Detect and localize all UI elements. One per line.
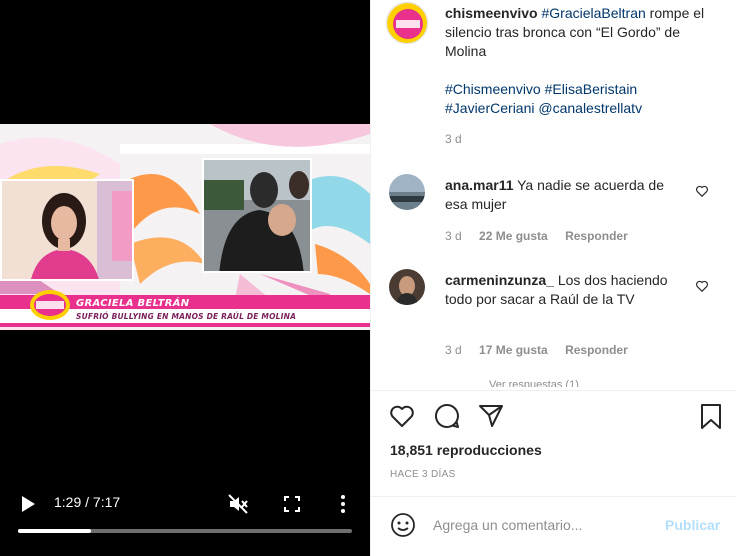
comment-reply-button[interactable]: Responder — [565, 343, 628, 357]
lower-third-subtitle: SUFRIÓ BULLYING EN MANOS DE RAÚL DE MOLI… — [76, 312, 297, 321]
divider — [371, 496, 736, 497]
post-caption: chismeenvivo #GracielaBeltran rompe el s… — [445, 4, 715, 118]
bookmark-icon[interactable] — [697, 402, 725, 430]
lower-third-name: GRACIELA BELTRÁN — [76, 298, 190, 309]
heart-icon[interactable] — [388, 402, 416, 430]
share-icon[interactable] — [477, 402, 505, 430]
comment-reply-button[interactable]: Responder — [565, 229, 628, 243]
video-frame[interactable]: GRACIELA BELTRÁN SUFRIÓ BULLYING EN MANO… — [0, 124, 370, 330]
mute-icon[interactable] — [227, 493, 249, 515]
post-author-avatar[interactable] — [386, 2, 428, 44]
chisme-en-vivo-logo — [30, 290, 70, 320]
comment-time[interactable]: 3 d — [445, 343, 462, 357]
comment-likes[interactable]: 22 Me gusta — [479, 229, 548, 243]
comment-text: ana.mar11 Ya nadie se acuerda de esa muj… — [445, 176, 685, 214]
commenter-username[interactable]: ana.mar11 — [445, 177, 514, 193]
caption-hashtag-elisaberistain[interactable]: #ElisaBeristain — [545, 81, 638, 97]
video-controls: 1:29 / 7:17 — [0, 488, 370, 538]
presenter-inset-image — [0, 179, 134, 281]
post-side-panel: chismeenvivo #GracielaBeltran rompe el s… — [370, 0, 736, 556]
comment-like-heart-icon[interactable] — [695, 279, 709, 293]
post-author-username[interactable]: chismeenvivo — [445, 5, 538, 21]
video-progress-bar[interactable] — [18, 529, 352, 533]
video-player[interactable]: GRACIELA BELTRÁN SUFRIÓ BULLYING EN MANO… — [0, 0, 370, 556]
video-progress-fill — [18, 529, 92, 533]
caption-hashtag-javierceriani[interactable]: #JavierCeriani — [445, 100, 534, 116]
comment-meta: 3 d 22 Me gusta Responder — [445, 229, 642, 243]
view-replies-link[interactable]: Ver respuestas (1) — [489, 379, 579, 387]
emoji-icon[interactable] — [390, 512, 416, 538]
post-caption-time[interactable]: 3 d — [445, 132, 462, 146]
comment-text: carmeninzunza_ Los dos haciendo todo por… — [445, 271, 685, 309]
commenter-avatar[interactable] — [389, 269, 425, 305]
comment-meta: 3 d 17 Me gusta Responder — [445, 343, 642, 357]
commenter-avatar[interactable] — [389, 174, 425, 210]
caption-hashtag[interactable]: #GracielaBeltran — [542, 5, 646, 21]
post-date[interactable]: HACE 3 DÍAS — [390, 469, 456, 480]
fullscreen-icon[interactable] — [282, 493, 302, 515]
comment-input[interactable] — [433, 514, 653, 536]
comment-like-heart-icon[interactable] — [695, 184, 709, 198]
publish-button[interactable]: Publicar — [665, 517, 720, 533]
divider — [371, 390, 736, 391]
comment-time[interactable]: 3 d — [445, 229, 462, 243]
caption-mention-canalestrellatv[interactable]: @canalestrellatv — [538, 100, 642, 116]
play-icon[interactable] — [18, 493, 38, 515]
video-time: 1:29 / 7:17 — [54, 494, 121, 510]
commenter-username[interactable]: carmeninzunza_ — [445, 272, 554, 288]
comment-likes[interactable]: 17 Me gusta — [479, 343, 548, 357]
view-count[interactable]: 18,851 reproducciones — [390, 442, 542, 458]
more-vertical-icon[interactable] — [336, 493, 350, 515]
news-clip-inset-image — [202, 158, 312, 273]
instagram-post-view: GRACIELA BELTRÁN SUFRIÓ BULLYING EN MANO… — [0, 0, 736, 556]
comment-icon[interactable] — [433, 402, 461, 430]
caption-hashtag-chismeenvivo[interactable]: #Chismeenvivo — [445, 81, 541, 97]
